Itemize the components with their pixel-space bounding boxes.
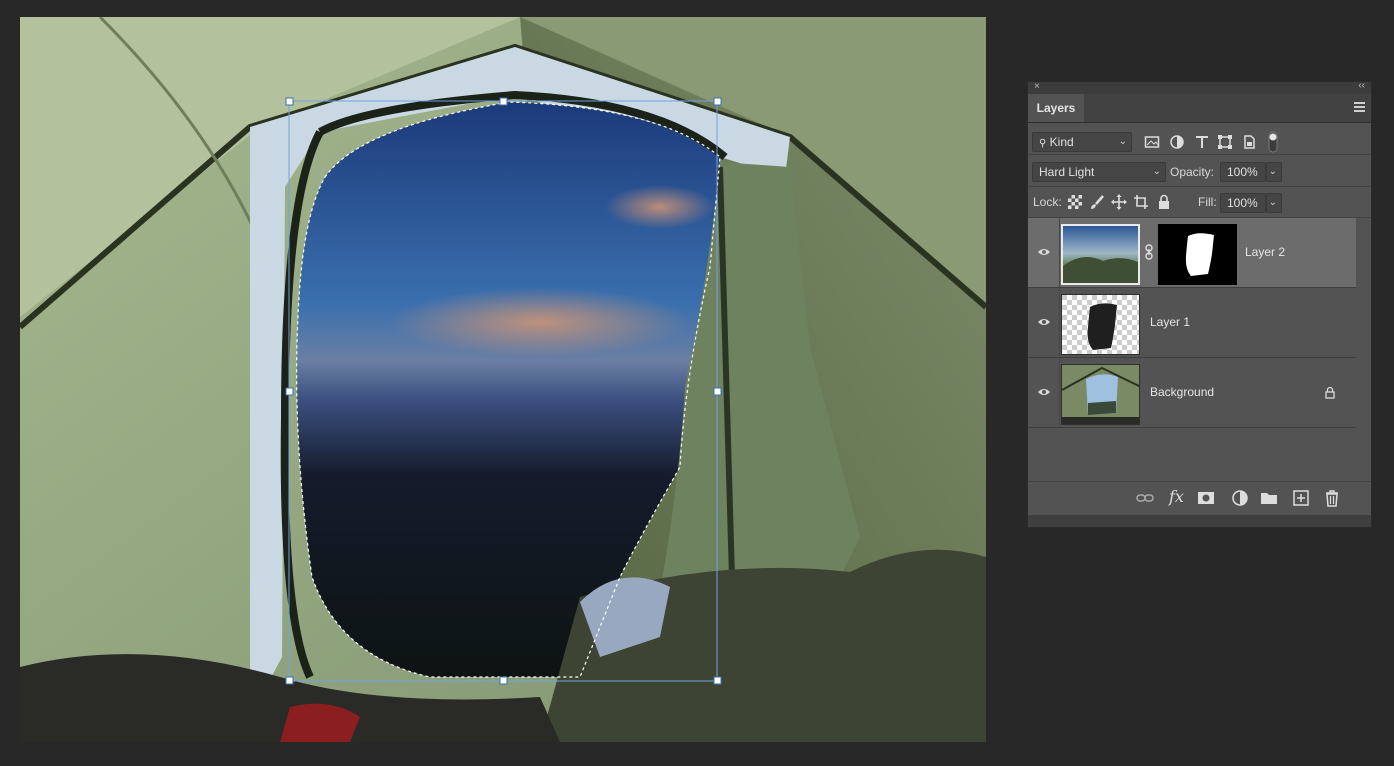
visibility-eye-icon[interactable] [1037,247,1051,257]
visibility-eye-icon[interactable] [1037,317,1051,327]
visibility-eye-icon[interactable] [1037,387,1051,397]
folder-icon[interactable] [1260,489,1278,507]
collapse-panel-icon[interactable]: ‹‹ [1358,80,1365,91]
layers-panel: × ‹‹ Layers ⚲ Kind ⌄ Hard Light ⌄ Opacit… [1027,80,1372,528]
add-mask-icon[interactable] [1197,489,1215,507]
layer-2-thumbnail[interactable] [1061,224,1140,285]
new-layer-icon[interactable] [1292,489,1310,507]
blend-row: Hard Light ⌄ Opacity: 100% ⌄ [1028,155,1371,185]
canvas-artwork [20,17,986,742]
chevron-down-icon: ⌄ [1268,197,1277,208]
layers-bottom-toolbar: fx [1028,481,1371,515]
smart-object-filter-icon[interactable] [1241,134,1257,150]
lock-label: Lock: [1033,195,1062,209]
filter-toggle-switch[interactable] [1268,131,1278,153]
document-canvas[interactable] [20,17,986,742]
mask-link-icon[interactable] [1144,244,1154,260]
kind-filter-value: Kind [1049,135,1074,149]
pixel-filter-icon[interactable] [1144,134,1160,150]
trash-icon[interactable] [1323,489,1341,507]
adjustment-icon[interactable] [1231,489,1249,507]
lock-row: Lock: Fill: 100% ⌄ [1028,187,1371,217]
chevron-down-icon: ⌄ [1268,166,1277,177]
layer-2-mask-thumbnail[interactable] [1158,224,1237,285]
fx-icon[interactable]: fx [1169,487,1187,506]
chevron-down-icon: ⌄ [1152,166,1161,177]
adjustment-filter-icon[interactable] [1169,134,1185,150]
panel-tabbar: Layers [1028,94,1371,123]
layers-scrollbar[interactable] [1357,218,1371,491]
blend-mode-select[interactable]: Hard Light ⌄ [1032,162,1166,182]
shape-filter-icon[interactable] [1217,134,1233,150]
fill-dropdown[interactable]: ⌄ [1266,193,1282,213]
link-icon[interactable] [1136,489,1154,507]
fill-input[interactable]: 100% [1220,193,1266,213]
panel-resize-grip[interactable] [1028,515,1371,527]
opacity-input[interactable]: 100% [1220,162,1266,182]
filter-row: ⚲ Kind ⌄ [1028,123,1371,153]
kind-filter-select[interactable]: ⚲ Kind ⌄ [1032,132,1132,152]
tab-layers[interactable]: Layers [1028,94,1084,122]
background-thumbnail[interactable] [1061,364,1140,425]
search-icon: ⚲ [1039,138,1047,149]
opacity-dropdown[interactable]: ⌄ [1266,162,1282,182]
type-filter-icon[interactable] [1194,134,1210,150]
layer-lock-icon[interactable] [1324,386,1336,399]
lock-pixels-brush-icon[interactable] [1089,194,1105,210]
panel-titlebar: × ‹‹ [1028,80,1371,94]
layer-name[interactable]: Layer 2 [1245,245,1285,259]
layer-row-layer-1[interactable]: Layer 1 [1028,288,1356,358]
layer-row-background[interactable]: Background [1028,358,1356,428]
close-panel-icon[interactable]: × [1034,81,1040,92]
blend-mode-value: Hard Light [1039,165,1095,179]
opacity-label: Opacity: [1170,165,1215,179]
lock-transparency-icon[interactable] [1068,195,1082,209]
chevron-down-icon: ⌄ [1118,136,1127,147]
layers-list: Layer 2 Layer 1 Background [1028,218,1371,491]
layer-row-layer-2[interactable]: Layer 2 [1028,218,1356,288]
lock-artboard-icon[interactable] [1133,194,1149,210]
lock-all-icon[interactable] [1156,194,1172,210]
layer-name[interactable]: Layer 1 [1150,315,1190,329]
lock-position-move-icon[interactable] [1111,194,1127,210]
layer-name[interactable]: Background [1150,385,1214,399]
panel-menu-icon[interactable] [1354,102,1365,113]
fill-label: Fill: [1198,195,1217,209]
layer-1-thumbnail[interactable] [1061,294,1140,355]
